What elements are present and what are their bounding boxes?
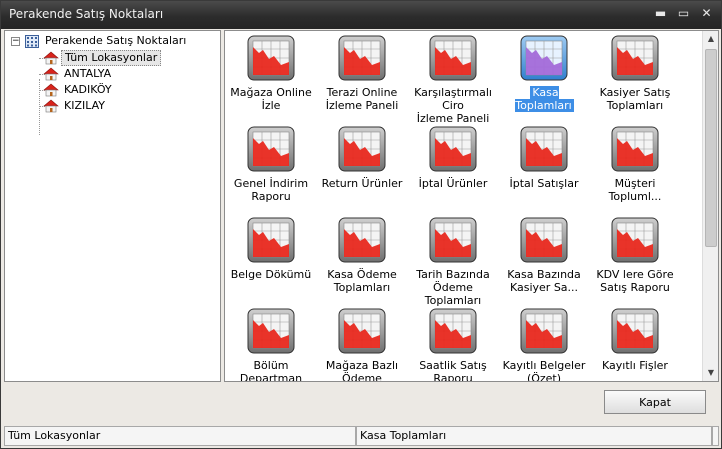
location-tree[interactable]: − Perakende Satış Noktaları Tüm Lokasyon… xyxy=(4,30,221,382)
report-item-label: İptal Satışlar xyxy=(509,177,579,190)
minimize-button[interactable]: ▬ xyxy=(652,6,669,22)
report-item[interactable]: Bölüm Departman Satışları xyxy=(225,306,317,382)
report-item[interactable]: İptal Satışlar xyxy=(498,124,590,214)
building-grid-icon xyxy=(25,34,39,48)
report-item[interactable]: KDV lere Göre Satış Raporu xyxy=(589,215,681,305)
button-area: Kapat xyxy=(4,384,719,424)
report-item[interactable]: Terazi Online İzleme Paneli xyxy=(316,33,408,123)
scroll-up-arrow-icon[interactable]: ▲ xyxy=(703,31,718,47)
status-report: Kasa Toplamları xyxy=(356,426,712,446)
status-location: Tüm Lokasyonlar xyxy=(4,426,356,446)
tree-connector xyxy=(39,79,40,135)
report-item[interactable]: Saatlik Satış Raporu xyxy=(407,306,499,382)
report-chart-icon xyxy=(247,126,295,172)
report-chart-icon xyxy=(338,126,386,172)
report-chart-icon xyxy=(520,217,568,263)
report-item-label: Kasa Toplamları xyxy=(515,86,574,112)
report-item[interactable]: Kasa Ödeme Toplamları xyxy=(316,215,408,305)
report-item-label: İptal Ürünler xyxy=(418,177,488,190)
report-item-label: Kasiyer Satış Toplamları xyxy=(599,86,671,112)
report-item-label: Mağaza Online İzle xyxy=(230,86,312,112)
report-item[interactable]: Mağaza Online İzle xyxy=(225,33,317,123)
report-icon-grid: Mağaza Online İzle Terazi Online İzleme P… xyxy=(225,31,703,381)
report-item[interactable]: Karşılaştırmalı Ciro İzleme Paneli xyxy=(407,33,499,125)
tree-root-label: Perakende Satış Noktaları xyxy=(45,34,187,47)
report-item-label: Return Ürünler xyxy=(321,177,403,190)
tree-item-label: KADIKÖY xyxy=(64,83,112,96)
report-item-label: Kayıtlı Belgeler (Özet) xyxy=(502,359,586,382)
status-bar: Tüm Lokasyonlar Kasa Toplamları xyxy=(4,426,719,446)
report-item-label: Karşılaştırmalı Ciro İzleme Paneli xyxy=(414,86,492,125)
report-item-label: Kasa Ödeme Toplamları xyxy=(327,268,397,294)
report-item[interactable]: Return Ürünler xyxy=(316,124,408,214)
title-bar[interactable]: Perakende Satış Noktaları ▬ ▭ ✕ xyxy=(1,1,721,29)
house-icon xyxy=(43,51,59,65)
report-item[interactable]: Kasa Bazında Kasiyer Sa... xyxy=(498,215,590,305)
tree-item-label: KIZILAY xyxy=(64,99,106,112)
report-item-label: Terazi Online İzleme Paneli xyxy=(325,86,399,112)
report-chart-icon xyxy=(338,35,386,81)
report-item-label: Kasa Bazında Kasiyer Sa... xyxy=(507,268,581,294)
status-extra xyxy=(712,426,719,446)
vertical-scrollbar[interactable]: ▲ ▼ xyxy=(702,31,718,381)
report-item[interactable]: Müşteri Topluml... xyxy=(589,124,681,214)
report-icon-panel[interactable]: Mağaza Online İzle Terazi Online İzleme P… xyxy=(224,30,719,382)
report-chart-icon xyxy=(429,217,477,263)
report-item-label: Tarih Bazında Ödeme Toplamları xyxy=(416,268,490,307)
report-item[interactable]: Belge Dökümü xyxy=(225,215,317,305)
tree-item-antalya[interactable]: ANTALYA xyxy=(43,66,114,82)
scroll-thumb[interactable] xyxy=(705,49,717,247)
tree-item-label: ANTALYA xyxy=(64,67,112,80)
close-button[interactable]: ✕ xyxy=(698,6,715,22)
report-item[interactable]: Kayıtlı Belgeler (Özet) xyxy=(498,306,590,382)
report-item-label: Mağaza Bazlı Ödeme Toplamları xyxy=(325,359,399,382)
report-chart-icon xyxy=(247,35,295,81)
tree-item-tum-lokasyonlar[interactable]: Tüm Lokasyonlar xyxy=(43,50,162,66)
report-item-label: KDV lere Göre Satış Raporu xyxy=(596,268,674,294)
report-chart-icon xyxy=(338,217,386,263)
report-chart-icon xyxy=(611,217,659,263)
report-chart-icon xyxy=(338,308,386,354)
house-icon xyxy=(43,83,59,97)
house-icon xyxy=(43,99,59,113)
close-dialog-button[interactable]: Kapat xyxy=(604,390,706,414)
report-item-label: Müşteri Topluml... xyxy=(608,177,662,203)
report-item-label: Bölüm Departman Satışları xyxy=(239,359,303,382)
main-window: Perakende Satış Noktaları ▬ ▭ ✕ − Perake… xyxy=(0,0,722,449)
tree-item-label: Tüm Lokasyonlar xyxy=(61,50,162,66)
report-chart-icon xyxy=(247,217,295,263)
report-item[interactable]: Kayıtlı Fişler xyxy=(589,306,681,381)
tree-item-kizilay[interactable]: KIZILAY xyxy=(43,98,108,114)
house-icon xyxy=(43,67,59,81)
report-chart-icon xyxy=(611,126,659,172)
tree-expander[interactable]: − xyxy=(11,37,20,46)
tree-item-kadikoy[interactable]: KADIKÖY xyxy=(43,82,115,98)
report-chart-icon xyxy=(611,308,659,354)
scroll-down-arrow-icon[interactable]: ▼ xyxy=(703,365,718,381)
report-item-label: Saatlik Satış Raporu xyxy=(419,359,487,382)
report-item[interactable]: Kasa Toplamları xyxy=(498,33,590,123)
maximize-button[interactable]: ▭ xyxy=(675,6,692,22)
report-chart-icon xyxy=(520,308,568,354)
report-item[interactable]: Tarih Bazında Ödeme Toplamları xyxy=(407,215,499,307)
report-item-label: Belge Dökümü xyxy=(230,268,312,281)
report-chart-icon xyxy=(429,35,477,81)
report-item-label: Kayıtlı Fişler xyxy=(602,359,668,372)
report-chart-icon xyxy=(611,35,659,81)
report-item-label: Genel İndirim Raporu xyxy=(233,177,309,203)
report-chart-icon xyxy=(429,126,477,172)
report-chart-icon xyxy=(520,35,568,81)
report-item[interactable]: Genel İndirim Raporu xyxy=(225,124,317,214)
tree-item-root[interactable]: Perakende Satış Noktaları xyxy=(25,33,189,49)
report-item[interactable]: Mağaza Bazlı Ödeme Toplamları xyxy=(316,306,408,382)
report-chart-icon xyxy=(520,126,568,172)
report-chart-icon xyxy=(429,308,477,354)
report-chart-icon xyxy=(247,308,295,354)
window-title: Perakende Satış Noktaları xyxy=(9,7,164,21)
report-item[interactable]: İptal Ürünler xyxy=(407,124,499,214)
report-item[interactable]: Kasiyer Satış Toplamları xyxy=(589,33,681,123)
